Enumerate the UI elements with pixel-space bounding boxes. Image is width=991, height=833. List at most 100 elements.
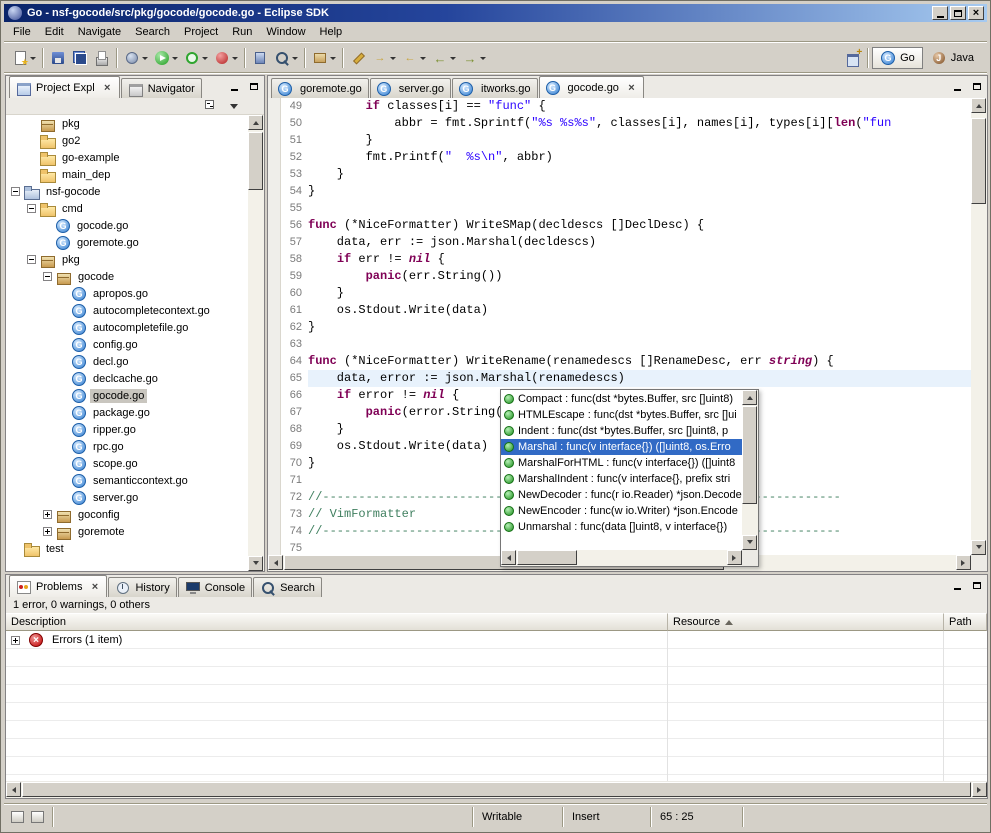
column-header-resource[interactable]: Resource (668, 613, 944, 631)
code-line-53[interactable]: 53 } (281, 166, 971, 183)
profile-button[interactable] (211, 47, 241, 70)
menu-item-run[interactable]: Run (225, 23, 259, 41)
editor-tab-itworks-go[interactable]: itworks.go (452, 78, 538, 98)
prev-annotation-button[interactable] (399, 47, 429, 70)
view-tab-history[interactable]: History (108, 577, 176, 597)
editor-tab-gocode-go[interactable]: gocode.go× (539, 76, 644, 98)
dropdown-arrow-icon[interactable] (420, 57, 426, 63)
tree-item-goremote-go[interactable]: goremote.go (6, 234, 248, 251)
autocomplete-item-newencoder[interactable]: NewEncoder : func(w io.Writer) *json.Enc… (501, 503, 742, 519)
scroll-left-button[interactable] (6, 782, 21, 797)
dropdown-arrow-icon[interactable] (450, 57, 456, 63)
tree-item-autocompletefile-go[interactable]: autocompletefile.go (6, 319, 248, 336)
code-line-51[interactable]: 51 } (281, 132, 971, 149)
forward-button[interactable] (459, 47, 489, 70)
close-icon[interactable]: × (89, 581, 100, 593)
maximize-view-button[interactable] (969, 80, 984, 93)
tree-item-declcache-go[interactable]: declcache.go (6, 370, 248, 387)
editor-tab-server-go[interactable]: server.go (370, 78, 451, 98)
autocomplete-item-newdecoder[interactable]: NewDecoder : func(r io.Reader) *json.Dec… (501, 487, 742, 503)
scroll-up-button[interactable] (248, 115, 263, 130)
last-edit-button[interactable] (347, 47, 369, 70)
autocomplete-item-indent[interactable]: Indent : func(dst *bytes.Buffer, src []u… (501, 423, 742, 439)
dropdown-arrow-icon[interactable] (292, 57, 298, 63)
close-icon[interactable]: × (626, 82, 637, 94)
menu-item-file[interactable]: File (6, 23, 38, 41)
popup-horizontal-scrollbar[interactable] (501, 550, 742, 566)
tree-item-cmd[interactable]: cmd (6, 200, 248, 217)
view-tab-project-expl[interactable]: Project Expl× (9, 76, 120, 98)
dropdown-arrow-icon[interactable] (480, 57, 486, 63)
popup-vertical-scrollbar[interactable] (742, 390, 758, 550)
search-button[interactable] (271, 47, 301, 70)
scroll-up-button[interactable] (742, 390, 757, 405)
new-wizard-button[interactable] (9, 47, 39, 70)
autocomplete-item-unmarshal[interactable]: Unmarshal : func(data []uint8, v interfa… (501, 519, 742, 535)
scroll-right-button[interactable] (727, 550, 742, 565)
autocomplete-item-marshal[interactable]: Marshal : func(v interface{}) ([]uint8, … (501, 439, 742, 455)
scroll-left-button[interactable] (268, 555, 283, 570)
menu-item-project[interactable]: Project (177, 23, 225, 41)
tree-item-config-go[interactable]: config.go (6, 336, 248, 353)
dropdown-arrow-icon[interactable] (172, 57, 178, 63)
scroll-down-button[interactable] (971, 540, 986, 555)
editor-tab-goremote-go[interactable]: goremote.go (271, 78, 369, 98)
code-line-64[interactable]: 64func (*NiceFormatter) WriteRename(rena… (281, 353, 971, 370)
tree-item-scope-go[interactable]: scope.go (6, 455, 248, 472)
autocomplete-item-compact[interactable]: Compact : func(dst *bytes.Buffer, src []… (501, 391, 742, 407)
autocomplete-item-marshalforhtml[interactable]: MarshalForHTML : func(v interface{}) ([]… (501, 455, 742, 471)
menu-item-help[interactable]: Help (313, 23, 350, 41)
scroll-right-button[interactable] (956, 555, 971, 570)
scroll-thumb[interactable] (248, 132, 263, 190)
annotation-ruler[interactable] (268, 98, 281, 555)
run-button[interactable] (151, 47, 181, 70)
column-header-description[interactable]: Description (6, 613, 668, 631)
scroll-right-button[interactable] (972, 782, 987, 797)
expand-icon[interactable] (43, 510, 52, 519)
dropdown-arrow-icon[interactable] (390, 57, 396, 63)
collapse-icon[interactable] (43, 272, 52, 281)
print-button[interactable] (91, 47, 113, 70)
tree-item-decl-go[interactable]: decl.go (6, 353, 248, 370)
tree-item-gocode-go[interactable]: gocode.go (6, 387, 248, 404)
scroll-thumb[interactable] (22, 782, 971, 797)
code-line-63[interactable]: 63 (281, 336, 971, 353)
explorer-vertical-scrollbar[interactable] (248, 115, 264, 571)
save-button[interactable] (47, 47, 69, 70)
column-header-path[interactable]: Path (944, 613, 987, 631)
menu-item-search[interactable]: Search (128, 23, 177, 41)
code-line-54[interactable]: 54} (281, 183, 971, 200)
minimize-view-button[interactable] (950, 80, 965, 93)
tree-item-gocode[interactable]: gocode (6, 268, 248, 285)
maximize-view-button[interactable] (969, 579, 984, 592)
fast-view-icon[interactable] (30, 809, 46, 825)
problems-table[interactable]: Errors (1 item) (6, 631, 987, 781)
code-line-49[interactable]: 49 if classes[i] == "func" { (281, 98, 971, 115)
scroll-thumb[interactable] (742, 406, 757, 504)
code-line-50[interactable]: 50 abbr = fmt.Sprintf("%s %s%s", classes… (281, 115, 971, 132)
maximize-button[interactable] (950, 6, 966, 20)
tree-item-test[interactable]: test (6, 540, 248, 557)
code-line-65[interactable]: 65 data, error := json.Marshal(renamedes… (281, 370, 971, 387)
tree-item-nsf-gocode[interactable]: nsf-gocode (6, 183, 248, 200)
perspective-go[interactable]: Go (872, 47, 923, 69)
tree-item-autocompletecontext-go[interactable]: autocompletecontext.go (6, 302, 248, 319)
scroll-left-button[interactable] (501, 550, 516, 565)
tree-item-gocode-go[interactable]: gocode.go (6, 217, 248, 234)
autocomplete-item-marshalindent[interactable]: MarshalIndent : func(v interface{}, pref… (501, 471, 742, 487)
code-line-57[interactable]: 57 data, err := json.Marshal(decldescs) (281, 234, 971, 251)
minimize-button[interactable] (932, 6, 948, 20)
minimize-view-button[interactable] (227, 80, 242, 93)
tree-item-main-dep[interactable]: main_dep (6, 166, 248, 183)
tree-item-semanticcontext-go[interactable]: semanticcontext.go (6, 472, 248, 489)
code-line-56[interactable]: 56func (*NiceFormatter) WriteSMap(declde… (281, 217, 971, 234)
view-tab-problems[interactable]: Problems× (9, 575, 107, 597)
tree-item-goconfig[interactable]: goconfig (6, 506, 248, 523)
dropdown-arrow-icon[interactable] (330, 57, 336, 63)
view-tab-navigator[interactable]: Navigator (121, 78, 202, 98)
collapse-icon[interactable] (27, 204, 36, 213)
scroll-down-button[interactable] (742, 535, 757, 550)
scroll-down-button[interactable] (248, 556, 263, 571)
open-perspective-button[interactable] (842, 47, 864, 70)
dropdown-arrow-icon[interactable] (232, 57, 238, 63)
